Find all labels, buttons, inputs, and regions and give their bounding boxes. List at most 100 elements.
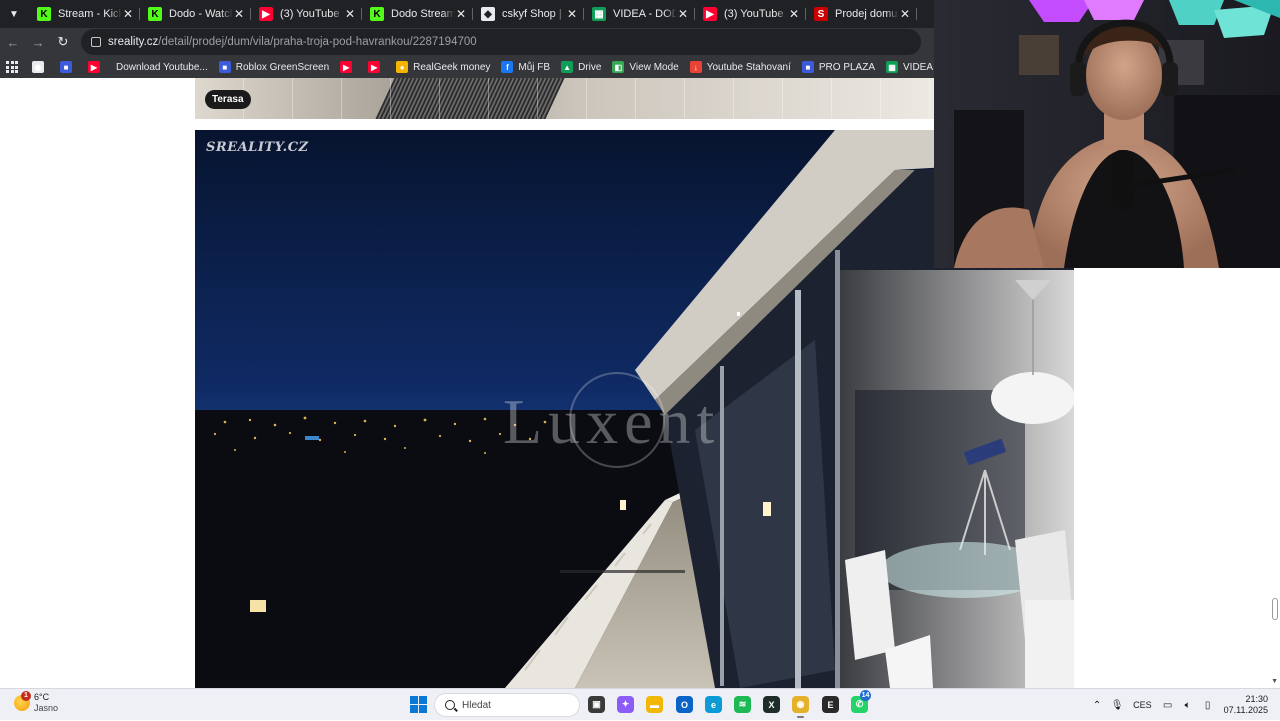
bookmark-label: Download Youtube...	[116, 61, 208, 73]
scroll-down-arrow-icon[interactable]: ▼	[1271, 678, 1278, 685]
language-indicator[interactable]: CES	[1133, 700, 1152, 710]
tab-title: (3) YouTube	[724, 8, 784, 20]
sreality-logo: SREALITY.CZ	[206, 140, 309, 155]
sheets-icon: ▦	[886, 61, 899, 73]
bookmark-item[interactable]: ▶	[88, 61, 105, 73]
tab-search-button[interactable]: ▼	[3, 3, 25, 25]
taskview-icon[interactable]: ▣	[588, 696, 605, 713]
reload-button[interactable]: ↻	[51, 30, 75, 54]
terminal-icon[interactable]: X	[763, 696, 780, 713]
sreality-icon: S	[814, 7, 828, 21]
close-icon[interactable]: ✕	[677, 7, 689, 21]
bookmark-item[interactable]: ▦ VIDEA	[886, 61, 933, 73]
browser-tab[interactable]: K Stream - Kick Das✕	[29, 0, 140, 28]
microphone-icon[interactable]: 🎙︎	[1107, 700, 1127, 711]
close-icon[interactable]: ✕	[788, 7, 800, 21]
bookmark-label: VIDEA	[903, 61, 934, 73]
bookmark-label: Youtube Stahovaní	[706, 61, 791, 73]
spotify-icon[interactable]: ≋	[734, 696, 751, 713]
browser-tab[interactable]: ▶ (3) YouTube ✕	[251, 0, 362, 28]
bookmark-item[interactable]: Download Youtube...	[116, 62, 208, 73]
epic-games-icon[interactable]: E	[822, 696, 839, 713]
youtube-icon: ▶	[259, 7, 273, 21]
bookmark-item[interactable]: ◧ View Mode	[612, 61, 679, 73]
webcam-feed-image	[934, 0, 1280, 268]
bookmark-item[interactable]: f Můj FB	[501, 61, 550, 73]
system-tray: ⌃ 🎙︎ CES ▭ 🔈︎ ▯ 21:30 07.11.2025	[1087, 689, 1280, 721]
browser-tab[interactable]: K Dodo Stream - W✕	[362, 0, 473, 28]
bookmark-label: Můj FB	[518, 61, 551, 73]
start-button[interactable]	[410, 696, 427, 713]
chevron-up-icon[interactable]: ⌃	[1087, 700, 1107, 711]
kick-icon: K	[148, 7, 162, 21]
bookmark-item[interactable]: ▶	[368, 61, 385, 73]
notification-badge: 1	[21, 691, 31, 701]
address-bar[interactable]: sreality.cz/detail/prodej/dum/vila/praha…	[81, 29, 921, 55]
close-icon[interactable]: ✕	[233, 7, 245, 21]
bookmark-item[interactable]: ↓ Youtube Stahovaní	[689, 61, 791, 73]
bookmark-item[interactable]: ● RealGeek money	[396, 61, 490, 73]
close-icon[interactable]: ✕	[344, 7, 356, 21]
scrollbar-thumb[interactable]	[1272, 598, 1278, 620]
photo-label: Terasa	[205, 90, 251, 109]
close-icon[interactable]: ✕	[122, 7, 134, 21]
close-icon[interactable]: ✕	[899, 7, 911, 21]
drive-icon: ▲	[561, 61, 574, 73]
clock-date: 07.11.2025	[1223, 705, 1268, 715]
bookmark-label: Roblox GreenScreen	[235, 61, 330, 73]
shop-icon: ◆	[481, 7, 495, 21]
sun-icon: 1	[14, 691, 31, 711]
sheets-icon: ▦	[592, 7, 606, 21]
site-info-icon[interactable]	[91, 37, 101, 47]
whatsapp-icon[interactable]: ✆ 14	[851, 690, 871, 713]
clock[interactable]: 21:30 07.11.2025	[1224, 694, 1268, 716]
facebook-icon: f	[501, 61, 514, 73]
volume-icon[interactable]: 🔈︎	[1178, 700, 1198, 711]
battery-icon[interactable]: ▯	[1198, 700, 1218, 711]
browser-tab[interactable]: ▦ VIDEA - DODO✕	[584, 0, 695, 28]
bookmark-label: PRO PLAZA	[818, 61, 876, 73]
kick-icon: K	[370, 7, 384, 21]
network-icon[interactable]: ▭	[1158, 700, 1178, 711]
chrome-icon[interactable]: ◉	[792, 696, 809, 718]
copilot-icon[interactable]: ✦	[617, 696, 634, 713]
bookmark-item[interactable]: ■ Roblox GreenScreen	[218, 61, 330, 73]
youtube-icon: ▶	[703, 7, 717, 21]
notification-badge: 14	[860, 690, 871, 701]
browser-toolbar: ← → ↻ sreality.cz/detail/prodej/dum/vila…	[0, 28, 934, 56]
outlook-icon[interactable]: O	[676, 696, 693, 713]
url-domain: sreality.cz	[108, 36, 159, 48]
bookmark-item[interactable]: ◉	[32, 61, 49, 73]
bookmark-item[interactable]: ■	[60, 61, 77, 73]
tab-title: VIDEA - DODO	[613, 8, 677, 20]
gallery-photo-terrace[interactable]: Terasa	[195, 78, 934, 119]
tab-title: (3) YouTube	[280, 8, 340, 20]
browser-tab[interactable]: ▶ (3) YouTube ✕	[695, 0, 806, 28]
viewmode-icon: ◧	[612, 61, 625, 73]
browser-tab[interactable]: K Dodo - Watch the✕	[140, 0, 251, 28]
search-icon	[445, 700, 455, 710]
bookmark-item[interactable]: ▲ Drive	[561, 61, 601, 73]
bulb-icon: ●	[396, 61, 409, 73]
weather-widget[interactable]: 1 6°C Jasno	[14, 691, 58, 714]
browser-tab[interactable]: S Prodej domu • Sre✕	[806, 0, 917, 28]
globe-icon: ◉	[32, 61, 44, 73]
forward-button[interactable]: →	[26, 30, 50, 54]
tab-title: Dodo Stream - W	[391, 8, 455, 20]
tab-title: Dodo - Watch the	[169, 8, 233, 20]
app-icon: ■	[218, 61, 231, 73]
back-button[interactable]: ←	[1, 30, 25, 54]
apps-grid-icon[interactable]	[6, 61, 18, 73]
bookmark-item[interactable]: ▶	[340, 61, 357, 73]
close-icon[interactable]: ✕	[566, 7, 578, 21]
file-explorer-icon[interactable]: ▬	[646, 696, 663, 713]
browser-tab[interactable]: ◆ cskyf Shop | The✕	[473, 0, 584, 28]
tab-title: Prodej domu • Sre	[835, 8, 899, 20]
bookmark-label: RealGeek money	[413, 61, 491, 73]
edge-icon[interactable]: e	[705, 696, 722, 713]
bookmark-item[interactable]: ■ PRO PLAZA	[801, 61, 876, 73]
tab-title: Stream - Kick Das	[58, 8, 122, 20]
taskbar-search[interactable]: Hledat	[434, 693, 580, 717]
close-icon[interactable]: ✕	[455, 7, 467, 21]
app-icon: ■	[801, 61, 814, 73]
